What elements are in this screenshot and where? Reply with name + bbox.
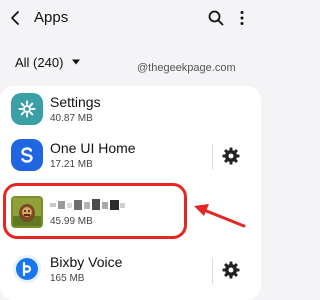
app-name: One UI Home	[50, 140, 136, 156]
app-name: Settings	[50, 94, 101, 110]
search-icon[interactable]	[207, 9, 225, 27]
app-row-bixby-voice[interactable]: Bixby Voice 165 MB	[0, 246, 261, 292]
chevron-left-icon[interactable]	[7, 9, 25, 27]
one-ui-home-icon	[11, 139, 43, 171]
watermark-text: @thegeekpage.com	[137, 62, 236, 74]
more-vertical-icon[interactable]	[236, 9, 248, 27]
app-size: 165 MB	[50, 273, 85, 284]
gear-icon[interactable]	[221, 146, 241, 166]
caret-down-icon	[72, 59, 81, 65]
row-divider	[212, 144, 213, 170]
red-arrow-icon	[194, 204, 246, 228]
row-divider	[212, 258, 213, 284]
app-row-settings[interactable]: Settings 40.87 MB	[0, 86, 261, 132]
app-row-one-ui-home[interactable]: One UI Home 17.21 MB	[0, 132, 261, 178]
app-name: Bixby Voice	[50, 254, 123, 270]
filter-dropdown[interactable]: All (240)	[15, 52, 81, 72]
top-bar: Apps	[0, 0, 261, 40]
filter-label: All (240)	[15, 54, 64, 70]
bixby-icon	[11, 253, 43, 285]
settings-gear-icon	[11, 93, 43, 125]
page-title: Apps	[34, 9, 69, 26]
gear-icon[interactable]	[221, 260, 241, 280]
app-size: 40.87 MB	[50, 113, 93, 124]
app-size: 17.21 MB	[50, 159, 93, 170]
highlight-box	[3, 183, 187, 239]
